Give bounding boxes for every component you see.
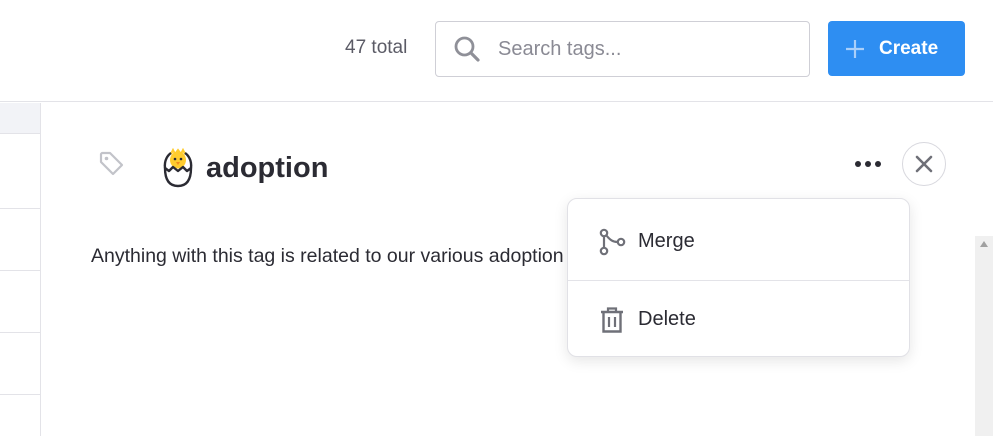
create-button-label: Create	[879, 37, 939, 59]
list-item[interactable]	[0, 103, 40, 133]
options-menu: Merge Delete	[567, 198, 910, 357]
menu-item-label: Delete	[638, 308, 696, 330]
menu-item-label: Merge	[638, 230, 695, 252]
trash-icon	[598, 306, 626, 334]
ellipsis-icon	[855, 161, 881, 167]
menu-item-merge[interactable]: Merge	[568, 203, 909, 280]
create-button[interactable]: Create	[828, 21, 965, 76]
hatching-chick-icon	[160, 147, 196, 188]
scroll-up-icon[interactable]	[979, 240, 989, 248]
scrollbar[interactable]	[975, 236, 993, 436]
tag-list	[0, 103, 41, 436]
list-divider	[0, 394, 40, 395]
search-box[interactable]	[435, 21, 810, 77]
total-count: 47 total	[345, 37, 408, 58]
search-input[interactable]	[498, 29, 788, 69]
tag-title: adoption	[206, 152, 329, 184]
list-divider	[0, 332, 40, 333]
tag-icon	[97, 149, 127, 179]
menu-item-delete[interactable]: Delete	[568, 281, 909, 358]
plus-icon	[845, 39, 865, 59]
merge-icon	[598, 228, 626, 256]
list-divider	[0, 208, 40, 209]
top-bar: 47 total Create	[0, 0, 993, 102]
tag-description: Anything with this tag is related to our…	[91, 245, 564, 267]
search-icon	[452, 34, 482, 64]
list-divider	[0, 270, 40, 271]
close-icon	[915, 155, 933, 173]
more-options-button[interactable]	[848, 148, 888, 180]
close-button[interactable]	[902, 142, 946, 186]
list-divider	[0, 133, 40, 134]
tags-page: 47 total Create	[0, 0, 993, 436]
